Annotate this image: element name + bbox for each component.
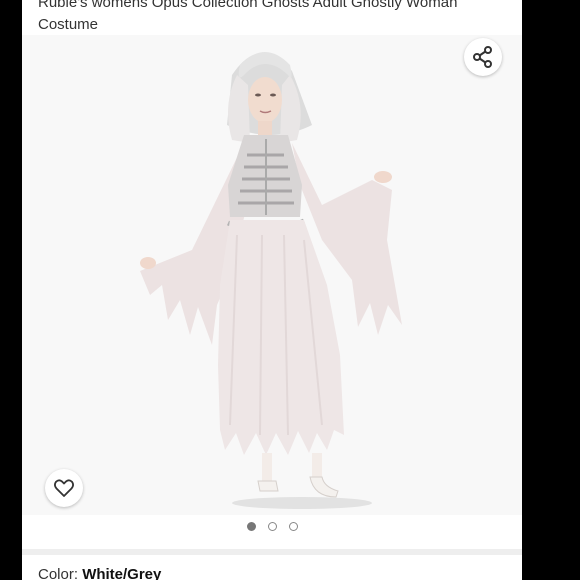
share-button[interactable]: [464, 38, 502, 76]
share-icon: [473, 46, 492, 68]
color-label: Color:: [38, 566, 83, 580]
product-title: Rubie's womens Opus Collection Ghosts Ad…: [38, 0, 458, 33]
favorite-button[interactable]: [45, 469, 83, 507]
image-pager: [22, 522, 522, 531]
pager-dot-3[interactable]: [288, 522, 298, 531]
product-image-gallery[interactable]: [22, 35, 522, 515]
color-selector[interactable]: Color: White/Grey: [38, 566, 161, 580]
product-page: Rubie's womens Opus Collection Ghosts Ad…: [22, 0, 522, 580]
heart-icon: [53, 479, 75, 497]
product-image[interactable]: [22, 35, 522, 515]
pager-dot-1[interactable]: [246, 522, 256, 531]
pager-dot-2[interactable]: [267, 522, 277, 531]
section-divider: [22, 549, 522, 555]
color-value: White/Grey: [82, 566, 162, 580]
